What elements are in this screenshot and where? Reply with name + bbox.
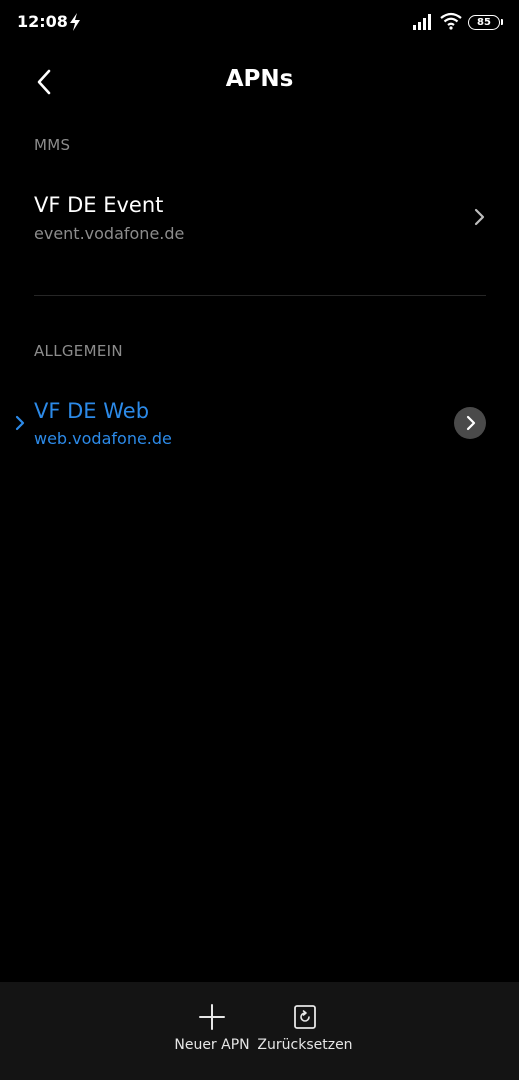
chevron-right-icon[interactable] xyxy=(469,207,489,227)
battery-indicator: 85 xyxy=(468,15,500,30)
reset-icon xyxy=(290,1002,320,1032)
reset-button[interactable]: Zurücksetzen xyxy=(256,982,354,1080)
reset-label: Zurücksetzen xyxy=(257,1037,353,1053)
signal-icon xyxy=(413,14,431,30)
battery-level: 85 xyxy=(477,17,491,28)
apn-url: event.vodafone.de xyxy=(34,224,185,243)
page-title: APNs xyxy=(225,66,294,92)
status-time: 12:08 xyxy=(17,12,68,31)
section-header-general: ALLGEMEIN xyxy=(34,342,123,360)
plus-icon xyxy=(197,1002,227,1032)
flash-icon xyxy=(70,13,80,31)
apn-name: VF DE Web xyxy=(34,399,150,423)
chevron-right-icon xyxy=(466,415,476,431)
new-apn-label: Neuer APN xyxy=(174,1037,250,1053)
apn-name: VF DE Event xyxy=(34,193,164,217)
section-divider xyxy=(34,295,486,296)
apn-details-button[interactable] xyxy=(454,407,486,439)
selected-indicator-icon xyxy=(15,415,25,431)
section-header-mms: MMS xyxy=(34,136,71,154)
bottom-action-bar: Neuer APN Zurücksetzen xyxy=(0,982,519,1080)
new-apn-button[interactable]: Neuer APN xyxy=(172,982,252,1080)
apn-item-vf-de-web[interactable]: VF DE Web web.vodafone.de xyxy=(0,386,519,474)
apn-item-vf-de-event[interactable]: VF DE Event event.vodafone.de xyxy=(0,180,519,268)
status-bar: 12:08 85 xyxy=(0,0,519,46)
wifi-icon xyxy=(440,12,462,30)
apn-url: web.vodafone.de xyxy=(34,429,172,448)
battery-tip xyxy=(501,19,503,25)
